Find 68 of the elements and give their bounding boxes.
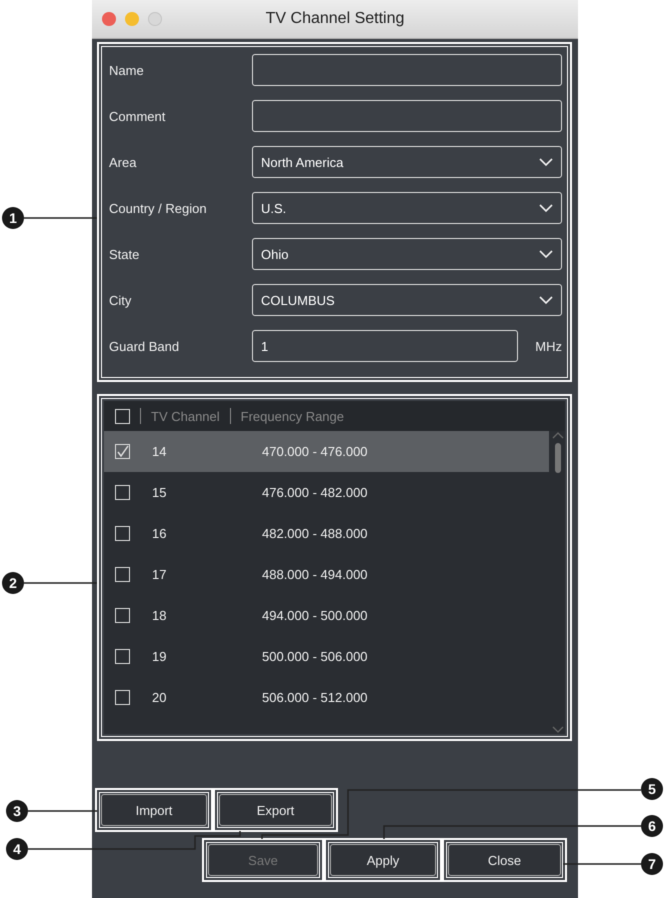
input-field[interactable] xyxy=(252,54,562,86)
channel-row[interactable]: 16 482.000 - 488.000 xyxy=(104,513,549,554)
action-button[interactable]: Apply xyxy=(330,844,436,876)
close-window-icon[interactable] xyxy=(102,12,116,26)
action-button[interactable]: Export xyxy=(219,794,332,826)
field-label: Comment xyxy=(109,108,166,124)
chevron-down-icon xyxy=(539,296,553,304)
frequency-cell: 470.000 - 476.000 xyxy=(262,444,368,459)
channel-cell-text: 17 xyxy=(151,567,168,582)
action-button[interactable]: Import xyxy=(101,794,207,826)
checkbox[interactable] xyxy=(115,444,130,459)
scroll-thumb[interactable] xyxy=(555,443,561,473)
channel-cell-text: 16 xyxy=(151,526,168,541)
field-label: Name xyxy=(109,62,145,78)
channel-cell-text: 18 xyxy=(151,608,168,623)
select-all-checkbox[interactable] xyxy=(115,408,130,424)
checkbox[interactable] xyxy=(115,608,130,623)
field-label: State xyxy=(109,246,140,262)
unit-label: MHz xyxy=(534,338,562,354)
frequency-cell: 488.000 - 494.000 xyxy=(262,567,368,582)
channel-row[interactable]: 17 488.000 - 494.000 xyxy=(104,554,549,595)
input-field[interactable]: 1 xyxy=(252,330,518,362)
dropdown[interactable]: U.S. xyxy=(252,192,562,224)
chevron-up-icon[interactable] xyxy=(552,431,564,439)
chevron-down-icon[interactable] xyxy=(552,726,564,734)
frequency-cell: 506.000 - 512.000 xyxy=(262,690,368,705)
callout-number: 4 xyxy=(6,838,28,860)
dropdown[interactable]: Ohio xyxy=(252,238,562,270)
frequency-cell: 476.000 - 482.000 xyxy=(262,485,368,500)
channel-row[interactable]: 18 494.000 - 500.000 xyxy=(104,595,549,636)
callout-number: 5 xyxy=(641,778,663,800)
field-label: Guard Band xyxy=(109,338,180,354)
channel-cell-text: 19 xyxy=(151,649,168,664)
chevron-down-icon xyxy=(539,204,553,212)
channel-cell-text: 20 xyxy=(151,690,168,705)
column-header[interactable]: Frequency Range xyxy=(240,408,344,424)
window-title: TV Channel Setting xyxy=(264,10,406,28)
checkbox[interactable] xyxy=(115,567,130,582)
input-field[interactable] xyxy=(252,100,562,132)
leader-line xyxy=(28,810,97,812)
field-label: Country / Region xyxy=(109,200,208,216)
callout-number: 2 xyxy=(2,572,24,594)
channel-cell-text: 15 xyxy=(151,485,168,500)
callout-number: 1 xyxy=(2,207,24,229)
callout-number: 6 xyxy=(641,815,663,837)
action-button[interactable]: Close xyxy=(448,844,561,876)
checkbox[interactable] xyxy=(115,526,130,541)
chevron-down-icon xyxy=(539,250,553,258)
channel-cell-text: 14 xyxy=(151,444,168,459)
chevron-down-icon xyxy=(539,158,553,166)
column-header[interactable]: TV Channel xyxy=(151,408,220,424)
callout-number: 7 xyxy=(641,853,663,875)
frequency-cell: 482.000 - 488.000 xyxy=(262,526,368,541)
checkbox[interactable] xyxy=(115,690,130,705)
checkbox[interactable] xyxy=(115,485,130,500)
checkbox[interactable] xyxy=(115,649,130,664)
dropdown[interactable]: COLUMBUS xyxy=(252,284,562,316)
scrollbar[interactable] xyxy=(551,431,565,734)
frequency-cell: 500.000 - 506.000 xyxy=(262,649,368,664)
channel-row[interactable]: 14 470.000 - 476.000 xyxy=(104,431,549,472)
callout-number: 3 xyxy=(6,800,28,822)
field-label: Area xyxy=(109,154,138,170)
channel-row[interactable]: 15 476.000 - 482.000 xyxy=(104,472,549,513)
frequency-cell: 494.000 - 500.000 xyxy=(262,608,368,623)
dropdown[interactable]: North America xyxy=(252,146,562,178)
field-label: City xyxy=(109,292,132,308)
channel-row[interactable]: 19 500.000 - 506.000 xyxy=(104,636,549,677)
channel-row[interactable]: 20 506.000 - 512.000 xyxy=(104,677,549,718)
